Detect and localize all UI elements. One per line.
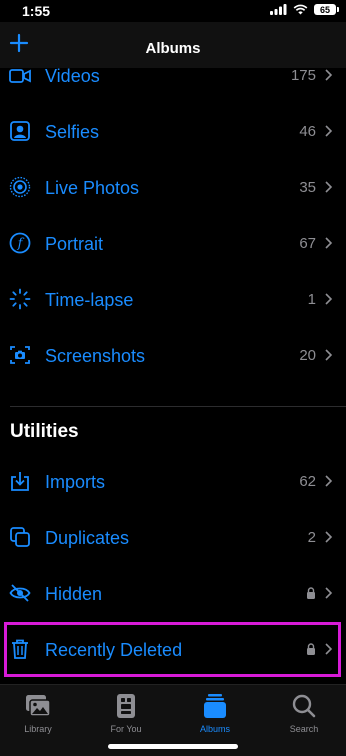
highlight-box	[4, 622, 341, 677]
tab-for-you[interactable]: For You	[91, 693, 161, 734]
album-label: Time-lapse	[45, 290, 134, 310]
album-label: Selfies	[45, 122, 100, 142]
album-label: Duplicates	[45, 528, 130, 548]
album-row-time-lapse[interactable]: Time-lapse 1	[0, 271, 346, 327]
battery-icon: 65	[314, 4, 339, 15]
album-row-portrait[interactable]: f Portrait 67	[0, 215, 346, 271]
timelapse-icon	[9, 288, 31, 310]
album-label: Imports	[45, 472, 106, 492]
library-icon	[26, 695, 51, 717]
album-row-hidden[interactable]: Hidden	[0, 565, 346, 621]
album-count: 175	[290, 67, 316, 84]
album-row-imports[interactable]: Imports 62	[0, 453, 346, 509]
nav-bar: Albums	[0, 22, 346, 68]
chevron-right-icon	[325, 587, 333, 599]
svg-text:f: f	[17, 237, 25, 252]
tab-library[interactable]: Library	[3, 693, 73, 734]
search-icon	[292, 694, 316, 718]
album-count: 67	[299, 235, 316, 252]
portrait-icon: f	[9, 232, 31, 254]
tab-label: Search	[289, 724, 319, 734]
chevron-right-icon	[325, 125, 333, 137]
album-row-duplicates[interactable]: Duplicates 2	[0, 509, 346, 565]
for-you-icon	[117, 694, 135, 718]
album-label: Hidden	[45, 584, 103, 604]
chevron-right-icon	[325, 349, 333, 361]
section-title-utilities: Utilities	[10, 421, 79, 442]
tab-label: For You	[110, 724, 142, 734]
tab-label: Library	[24, 724, 52, 734]
album-row-selfies[interactable]: Selfies 46	[0, 103, 346, 159]
chevron-right-icon	[325, 69, 333, 81]
album-count: 20	[299, 347, 316, 364]
album-count: 46	[299, 123, 316, 140]
album-count: 1	[307, 291, 316, 308]
chevron-right-icon	[325, 237, 333, 249]
signal-icon	[270, 4, 287, 15]
chevron-right-icon	[325, 293, 333, 305]
album-row-screenshots[interactable]: Screenshots 20	[0, 327, 346, 383]
live-photo-icon	[9, 176, 31, 198]
tab-search[interactable]: Search	[269, 693, 339, 734]
screenshot-icon	[10, 346, 30, 364]
status-time: 1:55	[22, 3, 51, 19]
section-divider	[10, 406, 346, 407]
tab-label: Albums	[199, 724, 230, 734]
album-label: Portrait	[45, 234, 104, 254]
wifi-icon	[293, 4, 308, 15]
album-label: Screenshots	[45, 346, 146, 366]
album-label: Live Photos	[45, 178, 140, 198]
album-count: 2	[307, 529, 316, 546]
album-row-live-photos[interactable]: Live Photos 35	[0, 159, 346, 215]
status-indicators: 65	[270, 4, 339, 15]
tab-albums[interactable]: Albums	[180, 693, 250, 734]
album-count: 62	[299, 473, 316, 490]
albums-icon	[204, 694, 226, 718]
lock-icon	[307, 587, 315, 599]
duplicates-icon	[10, 527, 30, 547]
album-label: Videos	[45, 66, 100, 86]
page-title: Albums	[145, 40, 201, 57]
hidden-icon	[9, 584, 31, 602]
chevron-right-icon	[325, 531, 333, 543]
selfie-icon	[10, 121, 30, 141]
battery-level: 65	[319, 4, 330, 15]
chevron-right-icon	[325, 475, 333, 487]
import-icon	[11, 472, 29, 491]
chevron-right-icon	[325, 181, 333, 193]
home-indicator	[108, 744, 238, 749]
status-bar: 1:55 65	[0, 0, 346, 22]
album-count: 35	[299, 179, 316, 196]
